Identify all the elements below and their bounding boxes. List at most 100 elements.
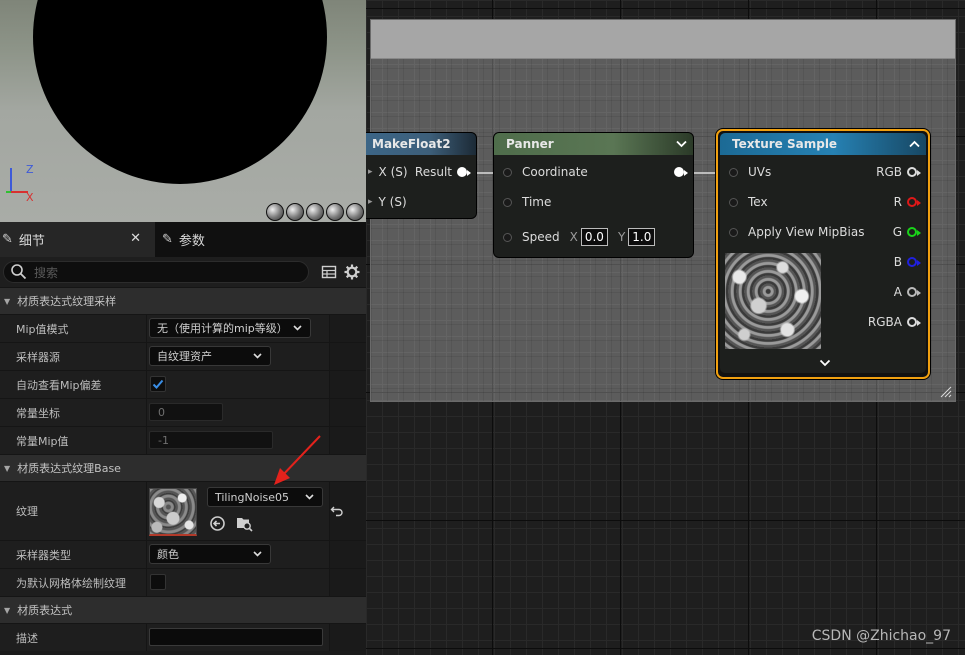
auto-view-mip-bias-checkbox[interactable] [150,376,166,392]
search-box[interactable] [3,261,309,283]
pin-label: Apply View MipBias [748,225,865,239]
browse-asset-icon[interactable] [236,515,253,532]
pencil-icon: ✎ [2,232,13,247]
texture-thumbnail[interactable] [149,488,197,536]
input-pin[interactable] [729,197,738,207]
tab-details[interactable]: ✎ 细节 ✕ [0,222,155,257]
prop-label: 自动查看Mip偏差 [0,371,147,398]
category-title: 材质表达式纹理采样 [17,295,117,308]
preview-shape-buttons [266,203,364,221]
sphere-preview-icon[interactable] [286,203,304,221]
node-title-text: Texture Sample [732,137,838,151]
pin-row-coordinate: Coordinate [494,162,693,182]
output-pin-r[interactable] [907,197,921,207]
speed-y-field[interactable]: 1.0 [628,228,656,246]
pin-label: RGB [876,165,902,179]
search-input[interactable] [32,263,286,282]
pencil-icon: ✎ [162,232,173,247]
prop-row-sampler-source: 采样器源 自纹理资产 [0,342,366,370]
teapot-preview-icon[interactable] [346,203,364,221]
table-view-icon[interactable] [321,264,337,280]
input-pin[interactable] [729,167,738,177]
output-pin-g[interactable] [907,227,921,237]
pin-row-b: B [720,252,926,272]
pin-label: R [893,195,902,209]
node-panner[interactable]: Panner Coordinate Time Speed X 0.0 Y 1.0 [494,133,693,257]
input-pin[interactable] [503,197,512,207]
node-title: Panner [494,133,693,155]
chevron-down-icon[interactable] [819,359,831,367]
preview-sphere [33,0,327,184]
output-pin-rgb[interactable] [907,167,921,177]
node-title-text: MakeFloat2 [372,137,451,151]
input-pin[interactable] [729,227,738,237]
watermark: CSDN @Zhichao_97 [811,628,951,644]
category-title: 材质表达式纹理Base [17,462,121,475]
prop-label: 描述 [0,624,147,651]
sampler-source-dropdown[interactable]: 自纹理资产 [149,346,271,366]
tab-parameters-label: 参数 [178,234,205,249]
sampler-type-dropdown[interactable]: 颜色 [149,544,271,564]
use-selected-asset-icon[interactable] [209,515,226,532]
reset-to-default-icon[interactable] [330,504,344,518]
pin-label: Coordinate [522,165,588,179]
pin-label: Y (S) [378,195,407,209]
tab-parameters[interactable]: ✎ 参数 [160,222,205,257]
const-coordinate-field[interactable]: 0 [149,403,223,421]
search-row [0,257,366,287]
prop-label: Mip值模式 [0,315,147,342]
pin-row-time: Time [494,192,693,212]
tab-details-label: 细节 [18,234,45,249]
cylinder-preview-icon[interactable] [266,203,284,221]
field-value: 0 [158,405,165,419]
output-pin-result[interactable] [457,167,471,177]
pin-row-apply-view-mipbias: Apply View MipBias G [720,222,926,242]
cube-preview-icon[interactable] [326,203,344,221]
pin-label: X (S) [378,165,408,179]
material-graph-canvas[interactable]: MakeFloat2 ▸ X (S) Result ▸ Y (S) Panner… [366,0,965,655]
chevron-up-icon[interactable] [909,140,920,148]
node-texture-sample[interactable]: Texture Sample UVs RGB Tex R Apply View … [716,129,930,379]
plane-preview-icon[interactable] [306,203,324,221]
speed-x-field[interactable]: 0.0 [580,228,608,246]
chevron-down-icon[interactable] [676,140,687,148]
chevron-down-icon [305,494,314,500]
pin-label: Result [414,165,452,179]
output-pin-a[interactable] [907,287,921,297]
pin-label: Time [522,195,552,209]
dropdown-value: 颜色 [157,548,179,561]
texture-asset-dropdown[interactable]: TilingNoise05 [207,487,323,507]
pin-label: G [892,225,902,239]
speed-y-label: Y [617,230,626,244]
default-meshpaint-checkbox[interactable] [150,574,166,590]
node-title: Texture Sample [720,133,926,155]
prop-label: 纹理 [0,482,147,540]
dropdown-value: TilingNoise05 [215,490,290,504]
output-pin[interactable] [674,167,688,177]
material-preview-viewport[interactable]: Z X [0,0,366,222]
pin-row-uvs: UVs RGB [720,162,926,182]
prop-label: 常量坐标 [0,399,147,426]
speed-x-label: X [569,230,578,244]
chevron-down-icon [253,353,262,359]
prop-row-default-meshpaint: 为默认网格体绘制纹理 [0,568,366,596]
input-pin[interactable] [503,167,512,177]
output-pin-b[interactable] [907,257,921,267]
const-mip-value-field[interactable]: -1 [149,431,273,449]
mip-value-mode-dropdown[interactable]: 无（使用计算的mip等级） [149,318,311,338]
node-makefloat2[interactable]: MakeFloat2 ▸ X (S) Result ▸ Y (S) [366,133,476,218]
close-icon[interactable]: ✕ [130,231,141,246]
gear-icon[interactable] [344,264,360,280]
axis-z-label: Z [26,163,34,176]
pin-row-speed: Speed X 0.0 Y 1.0 [494,227,693,247]
category-texture-sample[interactable]: ▼ 材质表达式纹理采样 [0,287,366,314]
pin-row-x: ▸ X (S) Result [366,162,476,182]
prop-label: 常量Mip值 [0,427,147,454]
caret-down-icon: ▼ [4,296,11,306]
pin-label: Speed [522,230,560,244]
input-pin[interactable] [503,232,512,242]
description-field[interactable] [149,628,323,646]
node-title: MakeFloat2 [366,133,476,155]
output-pin-rgba[interactable] [907,317,921,327]
category-material-expression[interactable]: ▼ 材质表达式 [0,596,366,623]
